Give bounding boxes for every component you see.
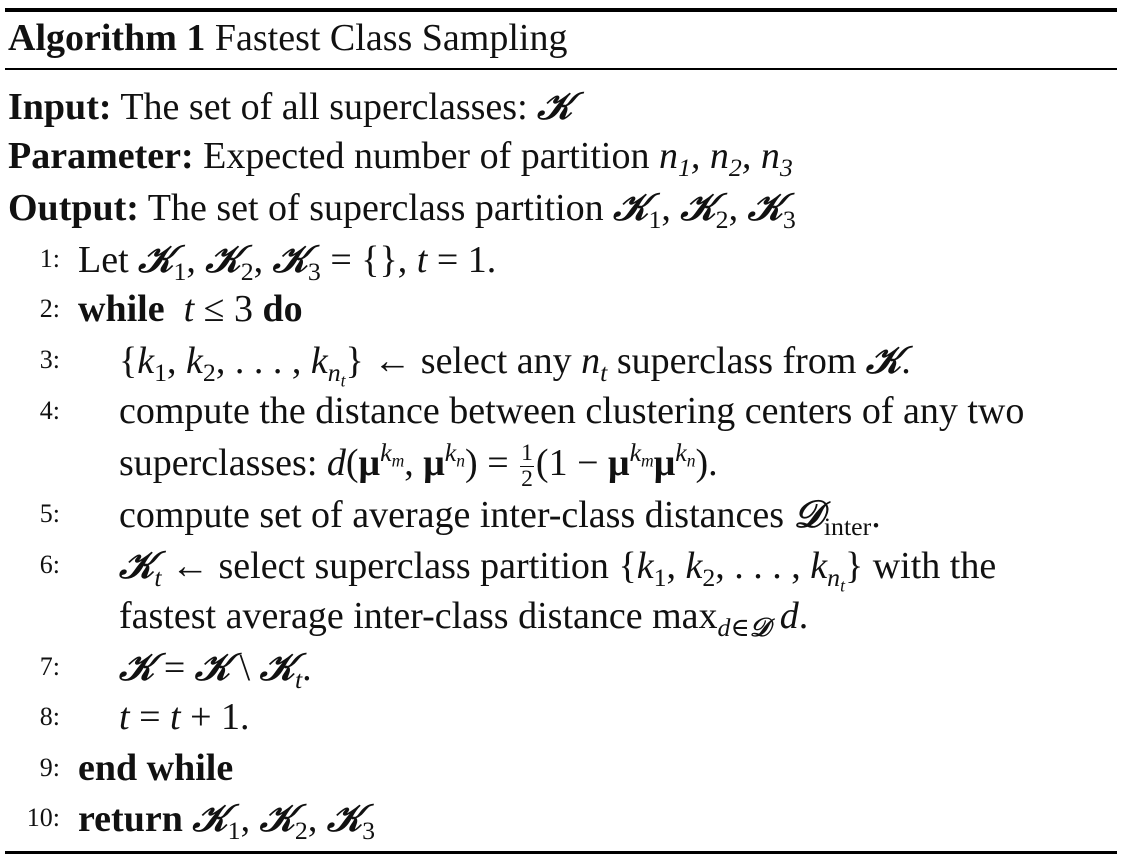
bottom-rule bbox=[5, 851, 1117, 854]
step-6: 6: 𝒦t ← select superclass partition {k1,… bbox=[0, 539, 1127, 596]
line-number: 7: bbox=[39, 652, 60, 681]
input-key: Input: bbox=[8, 86, 112, 128]
step-4-continued: superclasses: d(μkm, μkn) = 1 2 (1 − μkmμk… bbox=[0, 437, 1127, 492]
parameter-line: Parameter: Expected number of partition … bbox=[8, 130, 793, 182]
top-rule bbox=[5, 8, 1117, 12]
input-text: The set of all superclasses: bbox=[120, 86, 528, 128]
step-8: 8: t = t + 1. bbox=[0, 691, 1127, 743]
line-number: 1: bbox=[39, 244, 60, 273]
parameter-text: Expected number of partition bbox=[203, 135, 650, 177]
line-number: 5: bbox=[39, 499, 60, 528]
step-1: 1: Let 𝒦1, 𝒦2, 𝒦3 = {}, t = 1. bbox=[0, 233, 1127, 285]
step-7: 7: 𝒦 = 𝒦 \ 𝒦t. bbox=[0, 641, 1127, 693]
step-text: compute set of average inter-class dista… bbox=[119, 491, 881, 541]
parameter-math: n1, n2, n3 bbox=[659, 135, 793, 182]
output-key: Output: bbox=[8, 187, 139, 229]
step-text: 𝒦t ← select superclass partition {k1, k2… bbox=[119, 542, 997, 596]
algorithm-label: Algorithm 1 bbox=[8, 17, 206, 59]
line-number: 4: bbox=[39, 396, 60, 425]
step-text: 𝒦 = 𝒦 \ 𝒦t. bbox=[119, 644, 312, 694]
step-10: 10: return 𝒦1, 𝒦2, 𝒦3 bbox=[0, 792, 1127, 844]
step-text: {k1, k2, . . . , knt} ← select any nt su… bbox=[119, 337, 911, 391]
output-text: The set of superclass partition bbox=[147, 187, 604, 229]
step-text: return 𝒦1, 𝒦2, 𝒦3 bbox=[78, 795, 376, 845]
input-line: Input: The set of all superclasses: 𝒦 bbox=[8, 80, 572, 132]
symbol-K: 𝒦 bbox=[537, 83, 573, 128]
step-text: Let 𝒦1, 𝒦2, 𝒦3 = {}, t = 1. bbox=[78, 236, 497, 286]
line-number: 10: bbox=[26, 803, 60, 832]
step-text: fastest average inter-class distance max… bbox=[119, 595, 809, 643]
step-3: 3: {k1, k2, . . . , knt} ← select any nt… bbox=[0, 334, 1127, 391]
step-5: 5: compute set of average inter-class di… bbox=[0, 488, 1127, 540]
line-number: 9: bbox=[39, 753, 60, 782]
step-text: superclasses: d(μkm, μkn) = 1 2 (1 − μkmμk… bbox=[119, 437, 718, 492]
line-number: 3: bbox=[39, 345, 60, 374]
step-4: 4: compute the distance between clusteri… bbox=[0, 385, 1127, 437]
step-text: while t ≤ 3 do bbox=[78, 288, 303, 330]
algorithm-title: Algorithm 1 Fastest Class Sampling bbox=[8, 16, 567, 60]
algorithm-name: Fastest Class Sampling bbox=[214, 17, 568, 59]
step-2: 2: while t ≤ 3 do bbox=[0, 283, 1127, 335]
line-number: 6: bbox=[39, 550, 60, 579]
step-6-continued: fastest average inter-class distance max… bbox=[0, 590, 1127, 642]
step-text: end while bbox=[78, 747, 234, 789]
output-math: 𝒦1, 𝒦2, 𝒦3 bbox=[613, 184, 796, 234]
output-line: Output: The set of superclass partition … bbox=[8, 181, 796, 233]
step-text: t = t + 1. bbox=[119, 696, 250, 738]
step-9: 9: end while bbox=[0, 742, 1127, 794]
header-rule bbox=[5, 68, 1117, 70]
parameter-key: Parameter: bbox=[8, 135, 194, 177]
line-number: 2: bbox=[39, 294, 60, 323]
line-number: 8: bbox=[39, 702, 60, 731]
step-text: compute the distance between clustering … bbox=[119, 390, 1025, 432]
